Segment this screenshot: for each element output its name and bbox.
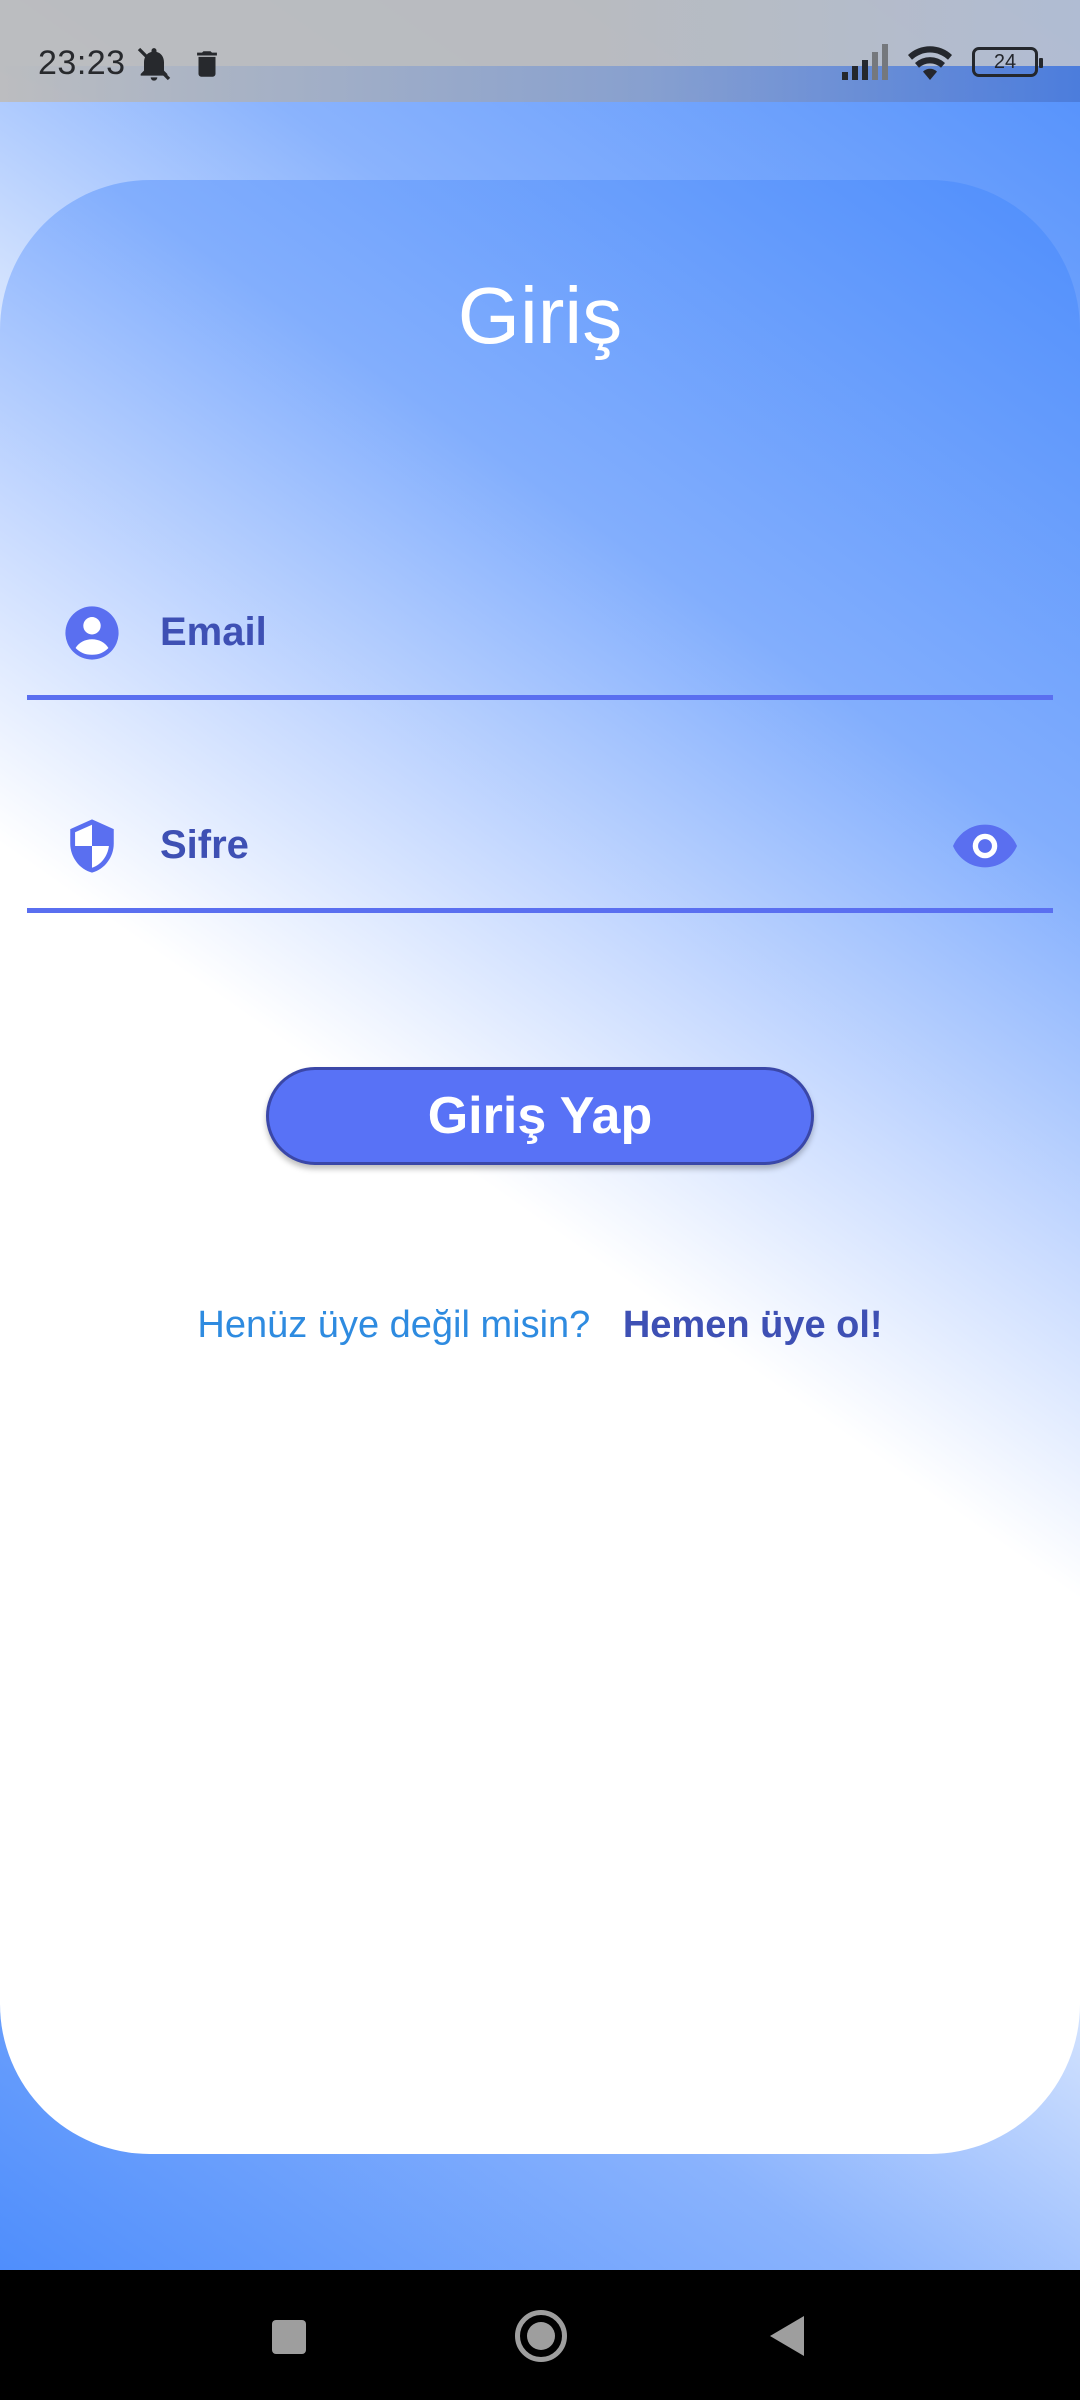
status-icons-left: [132, 44, 224, 84]
trash-icon: [197, 51, 217, 77]
password-field[interactable]: Sifre: [27, 793, 1053, 913]
navigation-bar: [0, 2270, 1080, 2400]
wifi-icon: [908, 46, 952, 80]
home-icon[interactable]: [515, 2310, 567, 2362]
email-label: Email: [160, 610, 267, 654]
signal-icon: [842, 44, 888, 80]
status-icons-right: 24: [840, 42, 1043, 82]
page-title: Giriş: [457, 271, 623, 360]
email-field[interactable]: Email: [27, 580, 1053, 700]
eye-icon[interactable]: [953, 823, 1017, 869]
back-icon[interactable]: [770, 2316, 804, 2356]
account-circle-icon: [65, 606, 119, 660]
login-button[interactable]: Giriş Yap: [266, 1067, 814, 1165]
battery-icon: 24: [972, 47, 1043, 77]
muted-bell-icon: [137, 47, 171, 81]
recent-apps-icon[interactable]: [272, 2320, 306, 2354]
status-bar: 23:23 24: [0, 0, 1080, 102]
password-label: Sifre: [160, 823, 249, 867]
login-card: [0, 180, 1080, 2154]
battery-level: 24: [993, 50, 1017, 73]
register-row: Henüz üye değil misin? Hemen üye ol!: [0, 1304, 1080, 1347]
shield-icon: [70, 819, 114, 873]
status-time: 23:23: [38, 44, 126, 82]
register-prompt: Henüz üye değil misin?: [197, 1304, 591, 1346]
register-link[interactable]: Hemen üye ol!: [623, 1304, 883, 1346]
